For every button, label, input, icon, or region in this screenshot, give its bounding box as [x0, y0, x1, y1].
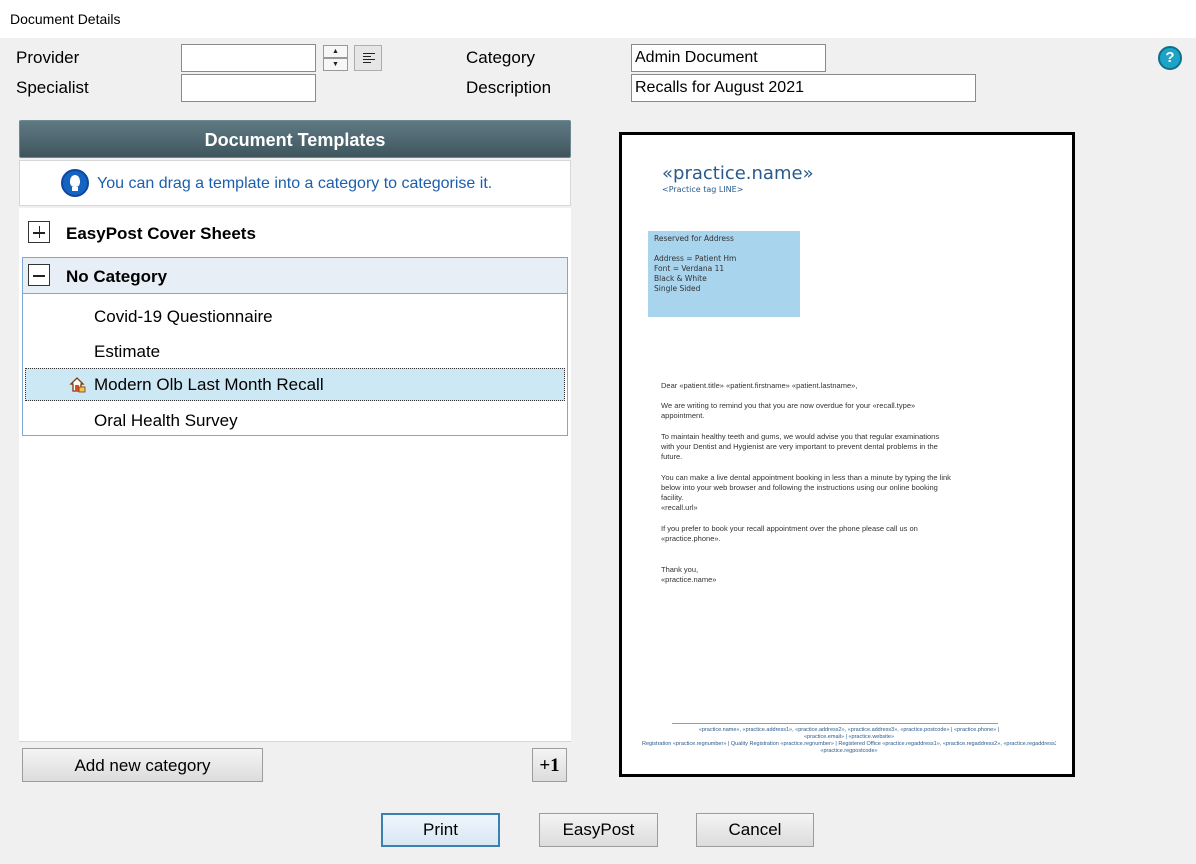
- add-new-category-button[interactable]: Add new category: [22, 748, 263, 782]
- window-title: Document Details: [10, 11, 121, 27]
- address-line: Single Sided: [654, 284, 701, 293]
- category-input[interactable]: Admin Document: [631, 44, 826, 72]
- preview-footer-line: «practice.name», «practice.address1», «p…: [698, 727, 1000, 733]
- hint-box: You can drag a template into a category …: [19, 160, 571, 206]
- provider-spin-down-button[interactable]: ▼: [323, 58, 348, 71]
- preview-body-line: facility.: [661, 493, 684, 502]
- list-item-oral-health-survey[interactable]: Oral Health Survey: [94, 411, 238, 431]
- document-preview: «practice.name» <Practice tag LINE> Rese…: [619, 132, 1075, 777]
- preview-address-block: Reserved for Address Address = Patient H…: [648, 231, 800, 317]
- provider-label: Provider: [16, 48, 80, 67]
- preview-body-line: with your Dentist and Hygienist are very…: [661, 442, 938, 451]
- address-line: Address = Patient Hm: [654, 254, 737, 263]
- collapse-icon[interactable]: [28, 264, 50, 286]
- preview-body-line: To maintain healthy teeth and gums, we w…: [661, 432, 940, 441]
- list-item-covid-19-questionnaire[interactable]: Covid-19 Questionnaire: [94, 307, 273, 327]
- preview-footer-line: Registration «practice.regnumber» | Qual…: [642, 741, 1056, 747]
- preview-body-line: appointment.: [661, 411, 705, 420]
- preview-body-line: «recall.url»: [661, 503, 698, 512]
- preview-body-line: «practice.name»: [661, 575, 717, 584]
- address-line: Black & White: [654, 274, 707, 283]
- list-item-estimate[interactable]: Estimate: [94, 342, 160, 362]
- preview-body-line: You can make a live dental appointment b…: [661, 473, 951, 482]
- preview-practice-name: «practice.name»: [662, 163, 814, 184]
- templates-header: Document Templates: [19, 120, 571, 158]
- hint-text: You can drag a template into a category …: [97, 175, 493, 192]
- easypost-button[interactable]: EasyPost: [539, 813, 658, 847]
- preview-body-line: «practice.phone».: [661, 534, 721, 543]
- text-align-button[interactable]: [354, 45, 382, 71]
- description-label: Description: [466, 78, 552, 97]
- category-no-category[interactable]: No Category: [66, 267, 167, 287]
- specialist-input[interactable]: [181, 74, 316, 102]
- title-bar: Document Details: [0, 0, 1196, 38]
- lightbulb-icon: [61, 169, 89, 197]
- address-line: Font = Verdana 11: [654, 264, 725, 273]
- preview-body-line: We are writing to remind you that you ar…: [661, 401, 916, 410]
- category-easypost-cover-sheets[interactable]: EasyPost Cover Sheets: [66, 224, 256, 244]
- preview-footer-line: «practice.regpostcode»: [820, 748, 878, 754]
- preview-body-line: below into your web browser and followin…: [661, 483, 938, 492]
- preview-body-line: future.: [661, 452, 683, 461]
- print-button[interactable]: Print: [381, 813, 500, 847]
- preview-footer-line: «practice.email» | «practice.website»: [803, 734, 895, 740]
- preview-practice-tag: <Practice tag LINE>: [662, 185, 744, 194]
- list-item-selected[interactable]: Modern Olb Last Month Recall: [25, 368, 565, 401]
- cancel-button[interactable]: Cancel: [696, 813, 814, 847]
- preview-body-line: Dear «patient.title» «patient.firstname»…: [661, 381, 858, 390]
- description-input[interactable]: Recalls for August 2021: [631, 74, 976, 102]
- provider-spin-up-button[interactable]: ▲: [323, 45, 348, 58]
- provider-input[interactable]: [181, 44, 316, 72]
- help-icon[interactable]: ?: [1158, 46, 1182, 70]
- category-label: Category: [466, 48, 535, 67]
- home-document-icon: [69, 377, 86, 393]
- preview-footer-rule: [672, 723, 998, 724]
- specialist-label: Specialist: [16, 78, 89, 97]
- expand-icon[interactable]: [28, 221, 50, 243]
- address-line: Reserved for Address: [654, 234, 734, 243]
- preview-body-line: Thank you,: [661, 565, 699, 574]
- list-item-modern-olb-last-month-recall: Modern Olb Last Month Recall: [94, 375, 324, 394]
- preview-body-line: If you prefer to book your recall appoin…: [661, 524, 918, 533]
- add-one-button[interactable]: +1: [532, 748, 567, 782]
